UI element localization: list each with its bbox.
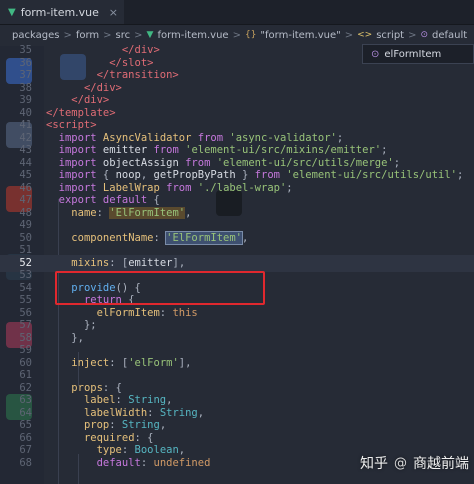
chevron-right-icon: > xyxy=(134,29,143,41)
chevron-right-icon: > xyxy=(408,29,417,41)
vue-file-icon: ▼ xyxy=(8,6,16,18)
tab-form-item-vue[interactable]: ▼ form-item.vue × xyxy=(0,0,124,24)
breadcrumb-item[interactable]: form xyxy=(76,30,99,41)
chevron-right-icon: > xyxy=(103,29,112,41)
code-editor[interactable]: 35 </div> 36 </slot> 37 </transition> 38 </… xyxy=(0,44,474,484)
breadcrumb-item[interactable]: "form-item.vue" xyxy=(260,30,340,41)
vue-file-icon: ▼ xyxy=(146,30,154,40)
editor-tab-bar: ▼ form-item.vue × xyxy=(0,0,474,25)
symbol-icon: ⊙ xyxy=(420,30,429,40)
close-icon[interactable]: × xyxy=(109,6,118,19)
outline-popup[interactable]: ⊙ elFormItem xyxy=(362,44,474,64)
watermark-brand: 知乎 xyxy=(360,456,388,472)
chevron-right-icon: > xyxy=(344,29,354,41)
outline-popup-label: elFormItem xyxy=(384,48,442,60)
chevron-right-icon: > xyxy=(63,29,72,41)
line-number: 68 xyxy=(19,456,32,469)
symbol-icon: ⊙ xyxy=(371,48,380,60)
script-tag-icon: <> xyxy=(357,30,373,40)
breadcrumb-item[interactable]: default xyxy=(432,30,467,41)
code-text: default: undefined xyxy=(96,456,211,469)
watermark-separator: @ xyxy=(394,455,407,471)
breadcrumb-item[interactable]: form-item.vue xyxy=(157,30,228,41)
breadcrumb-item[interactable]: src xyxy=(116,30,131,41)
breadcrumb-item[interactable]: packages xyxy=(12,30,59,41)
watermark-author: 商越前端 xyxy=(413,456,469,472)
watermark: 知乎 @ 商越前端 xyxy=(360,452,469,474)
tab-title: form-item.vue xyxy=(20,5,99,19)
annotation-highlight-box xyxy=(55,271,265,305)
braces-icon: {} xyxy=(244,30,257,40)
breadcrumb-item[interactable]: script xyxy=(376,30,404,41)
chevron-right-icon: > xyxy=(232,29,241,41)
